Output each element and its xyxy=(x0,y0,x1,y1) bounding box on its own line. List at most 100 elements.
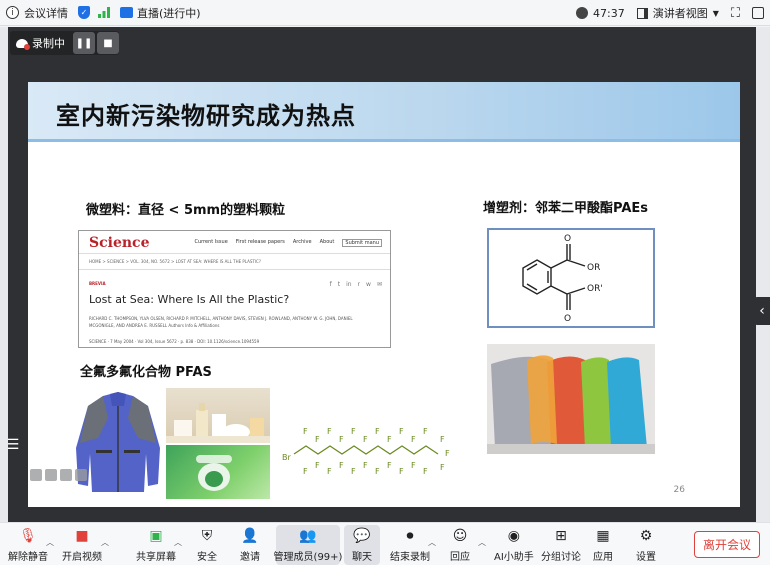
science-nav-item: Archive xyxy=(292,239,312,245)
fluorine-label: F xyxy=(375,467,380,476)
fluorine-label: F xyxy=(375,427,380,436)
collapse-panel-arrow-icon[interactable]: ‹ xyxy=(754,297,770,325)
unmute-button[interactable]: 🎙 解除静音 xyxy=(8,525,48,565)
phthalate-structure-diagram: O OR OR' O xyxy=(522,234,603,324)
fluorine-label: F xyxy=(327,427,332,436)
wechat-icon: w xyxy=(366,281,371,288)
ester-or-label: OR xyxy=(587,263,600,273)
invite-button[interactable]: 👤 邀请 xyxy=(240,525,260,565)
pen-icon[interactable] xyxy=(45,469,57,481)
divider xyxy=(79,269,390,270)
chevron-up-icon[interactable]: ︿ xyxy=(428,537,436,548)
end-recording-button[interactable]: ⏺ 结束录制 xyxy=(390,525,430,565)
jacket-photo xyxy=(68,388,168,498)
chat-button[interactable]: 💬 聊天 xyxy=(344,525,380,565)
pause-recording-button[interactable]: ❚❚ xyxy=(73,32,95,54)
reaction-icon: ☺ xyxy=(452,528,468,544)
fluorine-label: F xyxy=(411,461,416,470)
jacket-illustration xyxy=(76,392,160,492)
slides-grid-icon[interactable] xyxy=(60,469,72,481)
gear-icon: ⚙ xyxy=(639,528,653,544)
pfas-label: 全氟多氟化合物 PFAS xyxy=(80,365,212,380)
fluorine-label: F xyxy=(315,461,320,470)
security-label: 安全 xyxy=(197,552,217,563)
chevron-up-icon[interactable]: ︿ xyxy=(46,537,54,548)
science-nav-item: First release papers xyxy=(235,239,285,245)
fluorine-label: F xyxy=(440,463,445,472)
live-label: 直播(进行中) xyxy=(137,6,201,20)
security-button[interactable]: ⛨ 安全 xyxy=(197,525,217,565)
chevron-up-icon[interactable]: ︿ xyxy=(478,537,486,548)
meeting-info-button[interactable]: i 会议详情 xyxy=(0,0,74,26)
facebook-icon: f xyxy=(329,281,332,288)
settings-label: 设置 xyxy=(636,552,656,563)
fluorine-label: F xyxy=(445,449,450,458)
chevron-up-icon[interactable]: ︿ xyxy=(174,537,182,548)
react-button[interactable]: ☺ 回应 xyxy=(450,525,470,565)
signal-icon xyxy=(98,7,110,18)
network-status[interactable] xyxy=(94,0,114,26)
clock-icon xyxy=(576,7,589,19)
divider xyxy=(79,253,390,254)
camera-off-icon: ■ xyxy=(75,528,89,544)
carbonyl-o-top: O xyxy=(564,234,571,244)
presentation-slide: 室内新污染物研究成为热点 微塑料：直径 < 5mm的塑料颗粒 增塑剂：邻苯二甲酸… xyxy=(28,82,740,507)
fluorine-label: F xyxy=(363,435,368,444)
layout-icon xyxy=(636,7,648,19)
microplastic-label: 微塑料：直径 < 5mm的塑料颗粒 xyxy=(86,203,286,218)
unmute-label: 解除静音 xyxy=(8,552,48,563)
top-bar: i 会议详情 ✓ 直播(进行中) 47:37 演讲者视图 ▼ ⛶ xyxy=(0,0,770,26)
chat-icon: 💬 xyxy=(353,528,371,544)
breakout-label: 分组讨论 xyxy=(541,552,581,563)
participant-list-toggle-icon[interactable]: ☰ xyxy=(5,437,21,453)
ester-or-prime-label: OR' xyxy=(587,284,603,294)
record-stop-icon: ⏺ xyxy=(406,528,414,544)
pvc-sheets-illustration xyxy=(487,355,655,454)
security-status[interactable]: ✓ xyxy=(74,0,94,26)
reddit-icon: r xyxy=(357,281,361,288)
fluorine-label: F xyxy=(351,467,356,476)
personal-care-products-photo xyxy=(166,388,270,443)
share-screen-button[interactable]: ▣ 共享屏幕 xyxy=(136,525,176,565)
science-logo: Science xyxy=(89,235,150,251)
next-slide-icon[interactable] xyxy=(75,469,87,481)
ai-assistant-button[interactable]: ◉ AI小助手 xyxy=(494,525,534,565)
live-status[interactable]: 直播(进行中) xyxy=(114,0,207,26)
view-mode-selector[interactable]: 演讲者视图 ▼ xyxy=(636,5,719,21)
stop-recording-button[interactable]: ■ xyxy=(97,32,119,54)
recording-status: 录制中 xyxy=(10,35,71,51)
fluorine-label: F xyxy=(351,427,356,436)
dental-illustration xyxy=(196,455,232,491)
science-category: BREVIA xyxy=(89,281,106,286)
fluorine-label: F xyxy=(399,467,404,476)
apps-button[interactable]: ▦ 应用 xyxy=(593,525,613,565)
recording-indicator: 录制中 ❚❚ ■ xyxy=(10,31,119,55)
fluorine-label: F xyxy=(315,435,320,444)
recording-label: 录制中 xyxy=(32,37,65,50)
slide-title: 室内新污染物研究成为热点 xyxy=(56,102,356,130)
fluorine-label: F xyxy=(411,435,416,444)
products-illustration xyxy=(166,403,270,443)
science-breadcrumb: HOME > SCIENCE > VOL. 304, NO. 5672 > LO… xyxy=(89,259,261,264)
shield-icon: ⛨ xyxy=(201,528,213,544)
sidebar-toggle-icon[interactable] xyxy=(752,7,764,19)
react-label: 回应 xyxy=(450,552,470,563)
fluorine-label: F xyxy=(387,461,392,470)
fullscreen-icon[interactable]: ⛶ xyxy=(731,6,740,21)
science-authors: RICHARD C. THOMPSON, YLVA OLSEN, RICHARD… xyxy=(89,316,353,328)
chevron-up-icon[interactable]: ︿ xyxy=(101,537,109,548)
settings-button[interactable]: ⚙ 设置 xyxy=(636,525,656,565)
shield-check-icon: ✓ xyxy=(78,6,90,19)
fluorine-label: F xyxy=(339,461,344,470)
start-video-button[interactable]: ■ 开启视频 xyxy=(62,525,102,565)
dental-floss-photo xyxy=(166,445,270,499)
prev-slide-icon[interactable] xyxy=(30,469,42,481)
pvc-sheets-photo xyxy=(487,344,655,454)
leave-meeting-button[interactable]: 离开会议 xyxy=(694,531,760,558)
view-mode-label: 演讲者视图 xyxy=(652,7,708,20)
manage-members-button[interactable]: 👥 管理成员(99+) xyxy=(274,525,342,565)
breakout-button[interactable]: ⊞ 分组讨论 xyxy=(541,525,581,565)
live-icon xyxy=(120,7,133,18)
microphone-muted-icon: 🎙 xyxy=(19,528,37,544)
top-right-tools: 47:37 演讲者视图 ▼ ⛶ xyxy=(576,0,764,26)
